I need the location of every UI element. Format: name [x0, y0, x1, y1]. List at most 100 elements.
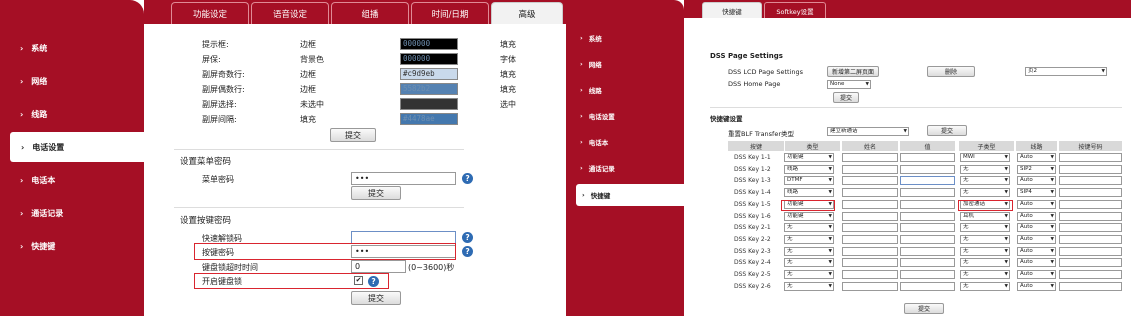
home-page-select[interactable]: None	[827, 80, 871, 89]
dss-type-select[interactable]: 无	[784, 281, 834, 291]
tab-time-date[interactable]: 时间/日期	[411, 2, 489, 24]
submit-button[interactable]: 提交	[833, 92, 859, 103]
sidebar-item-lines[interactable]: › 线路	[566, 79, 684, 101]
sidebar-item-shortcut[interactable]: › 快捷键	[0, 231, 144, 261]
dss-key-number-input[interactable]	[1059, 211, 1122, 221]
dss-subtype-select[interactable]: 无	[960, 281, 1010, 291]
color-swatch-input[interactable]: 000000	[400, 38, 458, 50]
dss-value-input[interactable]	[900, 164, 955, 174]
dss-key-number-input[interactable]	[1059, 246, 1122, 256]
help-icon[interactable]: ?	[462, 173, 473, 184]
dss-key-number-input[interactable]	[1059, 153, 1122, 162]
dss-value-input[interactable]	[900, 153, 955, 162]
dss-subtype-select[interactable]: 无	[960, 270, 1010, 279]
sidebar-item-phone-settings[interactable]: › 电话设置	[10, 132, 144, 162]
submit-button[interactable]: 提交	[927, 125, 967, 136]
dss-line-select[interactable]: SIP4	[1017, 188, 1056, 198]
dss-value-input[interactable]	[900, 281, 955, 291]
dss-value-input[interactable]	[900, 270, 955, 279]
tab-function[interactable]: 功能设定	[171, 2, 249, 24]
dss-type-select[interactable]: 功能键	[784, 153, 834, 162]
tab-audio[interactable]: 语音设定	[251, 2, 329, 24]
dss-key-number-input[interactable]	[1059, 199, 1122, 209]
dss-line-select[interactable]: Auto	[1017, 270, 1056, 279]
sidebar-item-phonebook[interactable]: › 电话本	[566, 131, 684, 153]
dss-name-input[interactable]	[842, 164, 898, 174]
tab-softkey[interactable]: Softkey设置	[764, 2, 826, 18]
submit-button[interactable]: 提交	[330, 128, 376, 142]
dss-line-select[interactable]: Auto	[1017, 176, 1056, 186]
dss-key-number-input[interactable]	[1059, 164, 1122, 174]
dss-value-input[interactable]	[900, 223, 955, 233]
dss-type-select[interactable]: 功能键	[784, 211, 834, 221]
sidebar-item-call-log[interactable]: › 通话记录	[0, 198, 144, 228]
dss-subtype-select[interactable]: 无	[960, 246, 1010, 256]
dss-type-select[interactable]: 无	[784, 258, 834, 268]
dss-type-select[interactable]: 无	[784, 270, 834, 279]
sidebar-item-network[interactable]: › 网络	[0, 66, 144, 96]
dss-line-select[interactable]: Auto	[1017, 199, 1056, 209]
submit-button[interactable]: 提交	[904, 303, 944, 314]
lock-timeout-input[interactable]: 0	[351, 260, 406, 273]
color-swatch-input[interactable]: #4478ae	[400, 113, 458, 125]
dss-key-number-input[interactable]	[1059, 188, 1122, 198]
blf-transfer-select[interactable]: 建立新通话	[827, 127, 909, 136]
dss-name-input[interactable]	[842, 211, 898, 221]
dss-line-select[interactable]: Auto	[1017, 234, 1056, 244]
dss-name-input[interactable]	[842, 153, 898, 162]
dss-line-select[interactable]: Auto	[1017, 281, 1056, 291]
dss-type-select[interactable]: 线路	[784, 188, 834, 198]
dss-subtype-select[interactable]: 无	[960, 188, 1010, 198]
dss-type-select[interactable]: 无	[784, 246, 834, 256]
color-swatch-input[interactable]: 5582b2	[400, 83, 458, 95]
dss-key-number-input[interactable]	[1059, 270, 1122, 279]
dss-name-input[interactable]	[842, 234, 898, 244]
delete-button[interactable]: 删除	[927, 66, 975, 77]
dss-name-input[interactable]	[842, 281, 898, 291]
dss-type-select[interactable]: 无	[784, 223, 834, 233]
sidebar-item-system[interactable]: › 系统	[0, 33, 144, 63]
dss-subtype-select[interactable]: 无	[960, 223, 1010, 233]
submit-button[interactable]: 提交	[351, 186, 401, 200]
dss-name-input[interactable]	[842, 199, 898, 209]
dss-name-input[interactable]	[842, 188, 898, 198]
dss-value-input[interactable]	[900, 176, 955, 186]
dss-type-select[interactable]: DTMF	[784, 176, 834, 186]
page-select[interactable]: 页2	[1025, 67, 1107, 76]
dss-line-select[interactable]: Auto	[1017, 258, 1056, 268]
menu-password-input[interactable]: •••	[351, 172, 456, 185]
dss-subtype-select[interactable]: 无	[960, 164, 1010, 174]
dss-value-input[interactable]	[900, 234, 955, 244]
dss-value-input[interactable]	[900, 246, 955, 256]
dss-line-select[interactable]: SIP2	[1017, 164, 1056, 174]
dss-name-input[interactable]	[842, 176, 898, 186]
dss-name-input[interactable]	[842, 270, 898, 279]
dss-name-input[interactable]	[842, 246, 898, 256]
sidebar-item-phone-settings[interactable]: › 电话设置	[566, 105, 684, 127]
color-swatch-input[interactable]: 000000	[400, 53, 458, 65]
dss-subtype-select[interactable]: 无	[960, 176, 1010, 186]
dss-value-input[interactable]	[900, 188, 955, 198]
dss-key-number-input[interactable]	[1059, 223, 1122, 233]
help-icon[interactable]: ?	[462, 232, 473, 243]
dss-key-number-input[interactable]	[1059, 281, 1122, 291]
dss-subtype-select[interactable]: 无	[960, 258, 1010, 268]
dss-subtype-select[interactable]: 耳机	[960, 211, 1010, 221]
dss-key-number-input[interactable]	[1059, 176, 1122, 186]
sidebar-item-phonebook[interactable]: › 电话本	[0, 165, 144, 195]
sidebar-item-shortcut[interactable]: › 快捷键	[576, 184, 684, 206]
help-icon[interactable]: ?	[462, 246, 473, 257]
dss-type-select[interactable]: 线路	[784, 164, 834, 174]
dss-key-number-input[interactable]	[1059, 234, 1122, 244]
dss-name-input[interactable]	[842, 223, 898, 233]
sidebar-item-network[interactable]: › 网络	[566, 53, 684, 75]
add-page-button[interactable]: 新增第二屏页面	[827, 66, 879, 77]
sidebar-item-call-log[interactable]: › 通话记录	[566, 157, 684, 179]
dss-value-input[interactable]	[900, 199, 955, 209]
dss-name-input[interactable]	[842, 258, 898, 268]
dss-line-select[interactable]: Auto	[1017, 211, 1056, 221]
dss-type-select[interactable]: 无	[784, 234, 834, 244]
sidebar-item-lines[interactable]: › 线路	[0, 99, 144, 129]
dss-line-select[interactable]: Auto	[1017, 246, 1056, 256]
dss-value-input[interactable]	[900, 211, 955, 221]
